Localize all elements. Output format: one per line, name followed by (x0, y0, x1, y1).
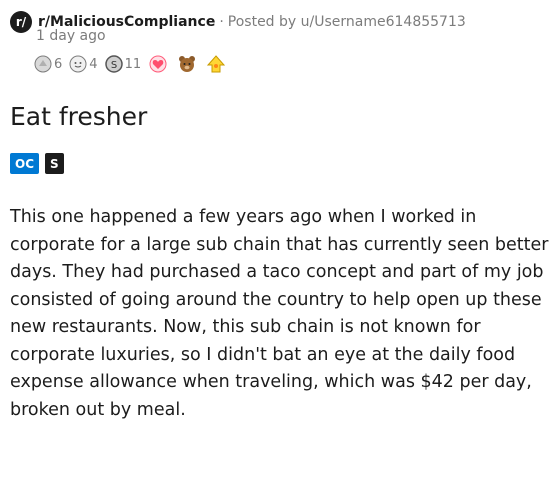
up-arrow-award-icon (206, 55, 226, 73)
meta-separator: · (219, 14, 224, 30)
awards-row[interactable]: 6 4 S 11 (34, 54, 232, 74)
award-heart[interactable] (148, 55, 174, 73)
award-count: 6 (54, 56, 63, 72)
flair-s-badge[interactable]: S (45, 153, 64, 174)
svg-text:S: S (110, 60, 116, 71)
post-flairs: OC S (10, 153, 64, 174)
silver-hands-award-icon (34, 55, 52, 73)
award-count: 4 (89, 56, 98, 72)
post-title[interactable]: Eat fresher (10, 102, 147, 131)
award-bear[interactable] (177, 54, 203, 74)
award-face[interactable]: 4 (69, 55, 101, 73)
heart-award-icon (149, 55, 167, 73)
award-silver-coin[interactable]: S 11 (104, 55, 146, 73)
post-age: 1 day ago (36, 28, 106, 44)
award-up-arrow[interactable] (206, 54, 232, 74)
bear-award-icon (179, 56, 196, 72)
award-count: 11 (124, 56, 142, 72)
face-award-icon (69, 55, 87, 73)
award-silver-hands[interactable]: 6 (34, 55, 66, 73)
post-body: This one happened a few years ago when I… (10, 207, 549, 420)
silver-coin-award-icon: S (104, 55, 123, 73)
posted-by-link[interactable]: Posted by u/Username614855713 (228, 14, 466, 30)
flair-oc-badge[interactable]: OC (10, 153, 40, 174)
subreddit-icon[interactable]: r/ (10, 11, 32, 33)
